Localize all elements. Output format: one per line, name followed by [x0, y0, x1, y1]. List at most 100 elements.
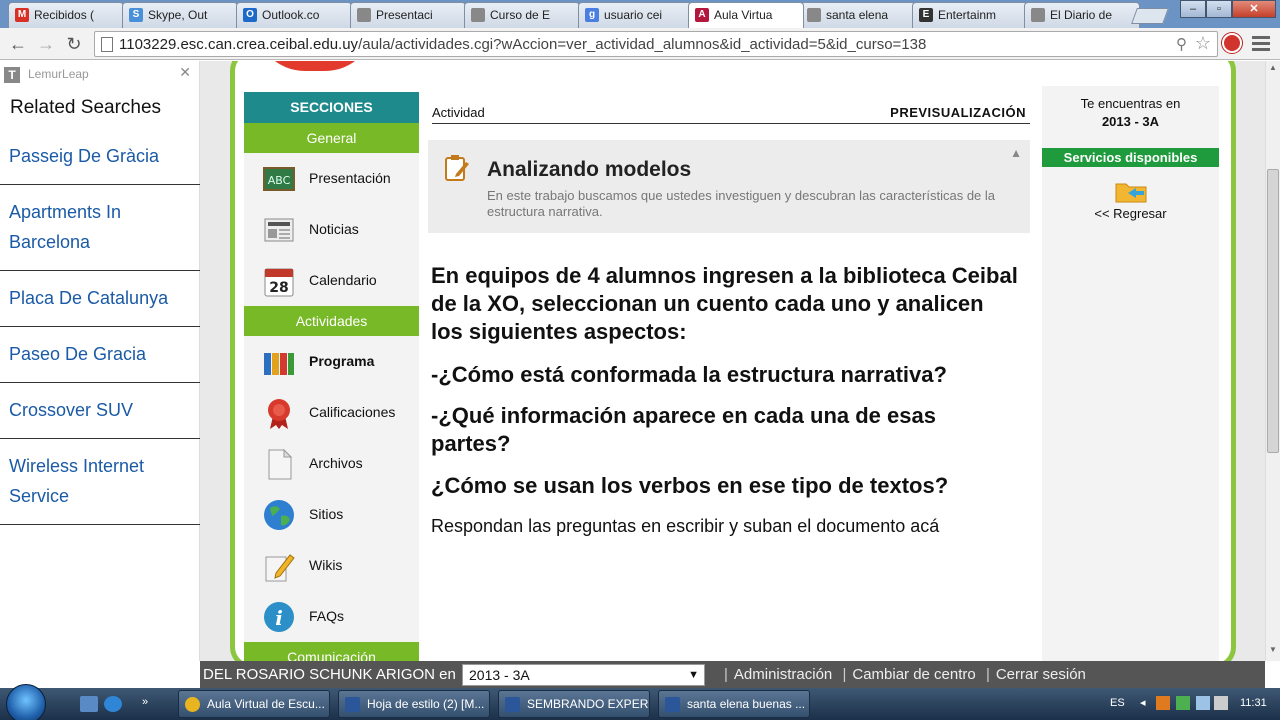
nav-item-faqs[interactable]: i FAQs	[244, 591, 419, 642]
related-search-link[interactable]: Wireless Internet Service	[0, 451, 200, 525]
content-header: Actividad PREVISUALIZACIÓN	[432, 105, 1030, 124]
nav-item-archivos[interactable]: Archivos	[244, 438, 419, 489]
tray-expand-icon[interactable]: ◂	[1140, 696, 1146, 709]
nav-item-calificaciones[interactable]: Calificaciones	[244, 387, 419, 438]
language-indicator[interactable]: ES	[1110, 697, 1125, 709]
brand-label: LemurLeap	[28, 67, 89, 82]
activity-content: Actividad PREVISUALIZACIÓN Analizando mo…	[428, 92, 1030, 652]
browser-tab[interactable]: O Outlook.co	[236, 2, 352, 28]
collapse-arrow-icon[interactable]: ▲	[1010, 146, 1022, 160]
scroll-thumb[interactable]	[1267, 169, 1279, 453]
nav-group-actividades[interactable]: Actividades	[244, 306, 419, 336]
reload-icon[interactable]: ↻	[62, 32, 86, 56]
bookmark-star-icon[interactable]: ☆	[1195, 33, 1211, 54]
magnifier-icon[interactable]: ⚲	[1176, 35, 1187, 53]
change-center-link[interactable]: Cambiar de centro	[852, 666, 975, 683]
nav-item-label: FAQs	[309, 608, 345, 624]
back-arrow-icon[interactable]: ←	[6, 32, 30, 56]
start-button[interactable]	[6, 684, 46, 720]
admin-link[interactable]: Administración	[734, 666, 832, 683]
doc-icon	[471, 8, 485, 22]
location-label: Te encuentras en	[1080, 96, 1181, 111]
tray-app-icon[interactable]	[1156, 696, 1170, 710]
google-icon: g	[585, 8, 599, 22]
nav-item-sitios[interactable]: Sitios	[244, 489, 419, 540]
tab-label: El Diario de	[1050, 8, 1113, 22]
tab-label: Presentaci	[376, 8, 433, 22]
location-year: 2013 - 3A	[1101, 114, 1160, 129]
chevron-right-icon[interactable]: »	[142, 696, 152, 712]
taskbar-window-word[interactable]: santa elena buenas ...	[658, 690, 810, 718]
nav-group-general[interactable]: General	[244, 123, 419, 153]
page-scrollbar[interactable]: ▲ ▼	[1265, 61, 1280, 661]
nav-item-label: Calificaciones	[309, 404, 396, 420]
calendar-icon: 28	[264, 268, 294, 297]
minimize-button[interactable]: –	[1180, 0, 1206, 18]
task-label: SEMBRANDO EXPER...	[527, 697, 650, 711]
browser-tab[interactable]: Presentaci	[350, 2, 466, 28]
related-search-link[interactable]: Passeig De Gràcia	[0, 141, 200, 185]
gmail-icon: M	[15, 8, 29, 22]
course-select[interactable]: 2013 - 3A ▼	[462, 664, 705, 686]
right-panel: Te encuentras en 2013 - 3A Servicios dis…	[1042, 86, 1219, 661]
maximize-button[interactable]: ▫	[1206, 0, 1232, 18]
related-search-link[interactable]: Placa De Catalunya	[0, 283, 200, 327]
taskbar-window-chrome[interactable]: Aula Virtual de Escu...	[178, 690, 330, 718]
tray-app-icon[interactable]	[1176, 696, 1190, 710]
folder-back-icon[interactable]	[1114, 178, 1148, 204]
skype-icon: S	[129, 8, 143, 22]
nav-item-programa[interactable]: Programa	[244, 336, 419, 387]
breadcrumb: Actividad	[432, 105, 485, 120]
scroll-up-arrow-icon[interactable]: ▲	[1266, 63, 1280, 77]
browser-tab[interactable]: E Entertainm	[912, 2, 1028, 28]
extension-icon[interactable]	[1222, 33, 1242, 53]
question-2: -¿Qué información aparece en cada una de…	[431, 403, 936, 456]
nav-item-wikis[interactable]: Wikis	[244, 540, 419, 591]
browser-tab[interactable]: santa elena	[800, 2, 916, 28]
pencil-paper-icon	[265, 554, 295, 582]
sections-nav: SECCIONES General ABC Presentación Notic…	[244, 92, 419, 661]
close-window-button[interactable]: ✕	[1232, 0, 1276, 18]
nav-item-noticias[interactable]: Noticias	[244, 204, 419, 255]
course-select-value: 2013 - 3A	[469, 667, 530, 683]
nav-item-presentacion[interactable]: ABC Presentación	[244, 153, 419, 204]
clock[interactable]: 11:31	[1240, 697, 1267, 709]
url-host: 1103229.esc.can.crea.ceibal.edu.uy	[119, 36, 359, 53]
back-link[interactable]: << Regresar	[1042, 206, 1219, 221]
preview-label: PREVISUALIZACIÓN	[890, 105, 1026, 120]
page-viewport: SECCIONES General ABC Presentación Notic…	[200, 61, 1265, 661]
activity-summary-box: Analizando modelos En este trabajo busca…	[428, 140, 1030, 233]
instructions-intro: En equipos de 4 alumnos ingresen a la bi…	[431, 263, 1018, 344]
nav-group-comunicacion[interactable]: Comunicación	[244, 642, 419, 661]
related-search-link[interactable]: Apartments In Barcelona	[0, 197, 200, 271]
nav-item-label: Sitios	[309, 506, 344, 522]
browser-tab[interactable]: Curso de E	[464, 2, 580, 28]
scroll-down-arrow-icon[interactable]: ▼	[1266, 645, 1280, 659]
forward-arrow-icon[interactable]: →	[34, 32, 58, 56]
browser-tab-active[interactable]: A Aula Virtua	[688, 2, 804, 28]
network-icon[interactable]	[1196, 696, 1210, 710]
volume-icon[interactable]	[1214, 696, 1228, 710]
menu-icon[interactable]	[1252, 36, 1270, 54]
nav-item-calendario[interactable]: 28 Calendario	[244, 255, 419, 306]
sidebar-brand: T LemurLeap	[4, 67, 89, 83]
new-tab-button[interactable]	[1131, 8, 1169, 24]
tab-label: Entertainm	[938, 8, 997, 22]
browser-tab[interactable]: M Recibidos (	[8, 2, 124, 28]
aula-icon: A	[695, 8, 709, 22]
browser-tab[interactable]: El Diario de	[1024, 2, 1140, 28]
close-icon[interactable]: ✕	[179, 64, 191, 81]
taskbar-window-word[interactable]: SEMBRANDO EXPER...	[498, 690, 650, 718]
binders-icon	[264, 353, 294, 375]
lemurleap-logo-icon: T	[4, 67, 20, 83]
internet-explorer-icon[interactable]	[104, 696, 122, 712]
tab-label: Aula Virtua	[714, 8, 773, 22]
logout-link[interactable]: Cerrar sesión	[996, 666, 1086, 683]
related-search-link[interactable]: Crossover SUV	[0, 395, 200, 439]
browser-tab[interactable]: S Skype, Out	[122, 2, 238, 28]
show-desktop-icon[interactable]	[80, 696, 98, 712]
related-search-link[interactable]: Paseo De Gracia	[0, 339, 200, 383]
taskbar-window-word[interactable]: Hoja de estilo (2) [M...	[338, 690, 490, 718]
address-bar[interactable]: 1103229.esc.can.crea.ceibal.edu.uy/aula/…	[94, 31, 1218, 57]
browser-tab[interactable]: g usuario cei	[578, 2, 694, 28]
